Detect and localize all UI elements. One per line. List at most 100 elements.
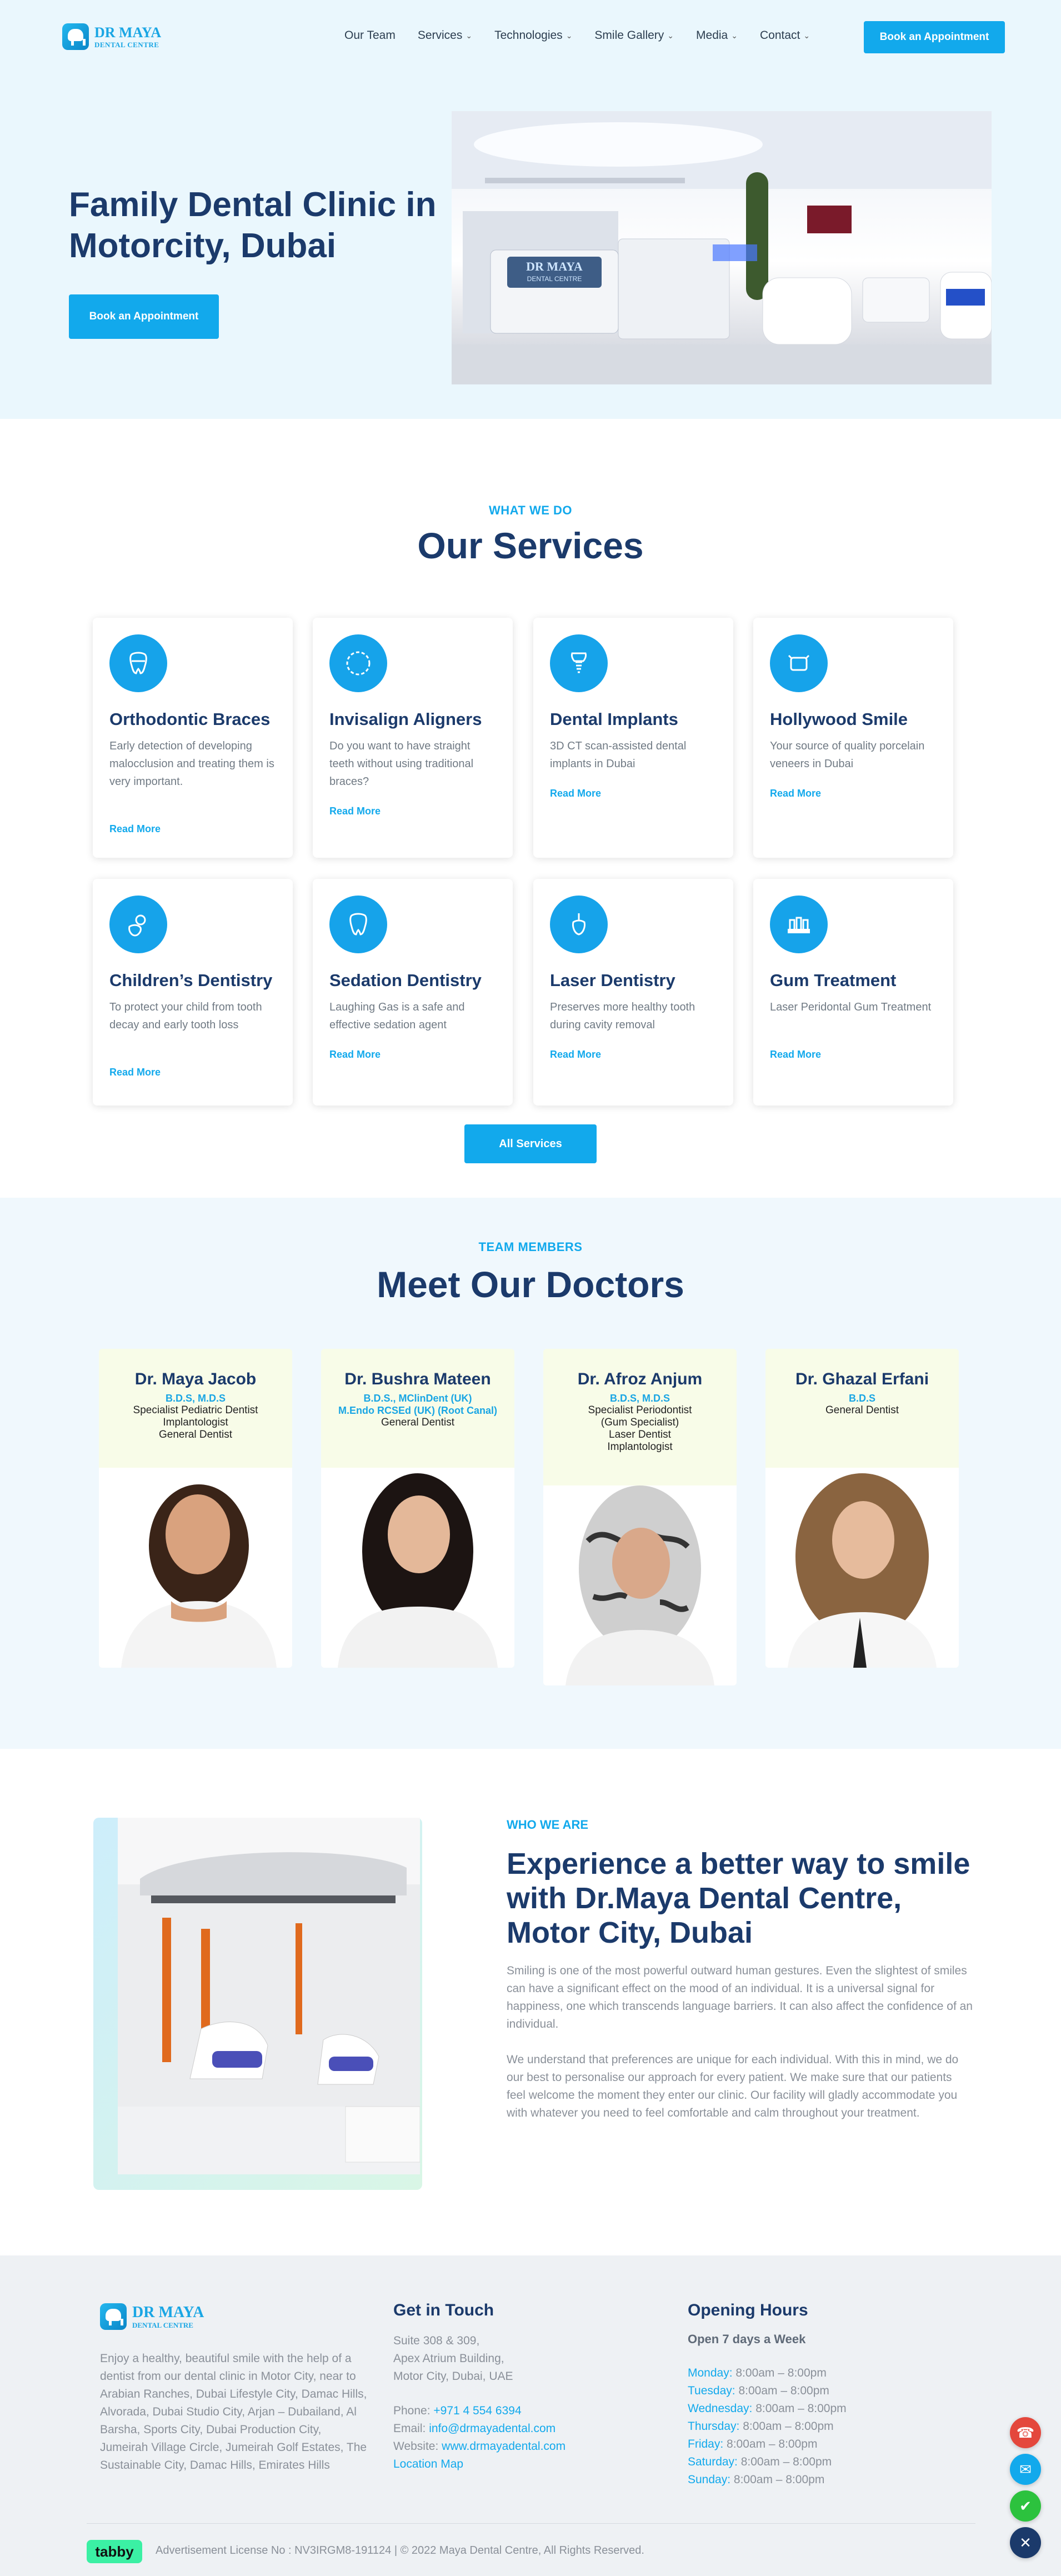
service-card-dental-implants[interactable]: Dental Implants 3D CT scan-assisted dent… — [533, 618, 733, 858]
header-book-appointment-button[interactable]: Book an Appointment — [864, 21, 1005, 53]
address-line: Suite 308 & 309, — [393, 2334, 480, 2347]
close-float-button[interactable]: ✕ — [1010, 2527, 1041, 2558]
tabby-badge[interactable]: tabby — [87, 2540, 142, 2563]
doctor-card-ghazal-erfani[interactable]: Dr. Ghazal Erfani B.D.S General Dentist — [765, 1349, 959, 1668]
hours-time: 8:00am – 8:00pm — [739, 2420, 834, 2433]
service-card-sedation-dentistry[interactable]: Sedation Dentistry Laughing Gas is a saf… — [313, 879, 513, 1106]
footer-opening-hours-heading: Opening Hours — [688, 2301, 808, 2319]
read-more-link[interactable]: Read More — [109, 823, 161, 835]
close-icon: ✕ — [1019, 2534, 1032, 2551]
doctor-photo — [765, 1468, 959, 1668]
read-more-link[interactable]: Read More — [770, 788, 821, 799]
whatsapp-float-button[interactable]: ✔ — [1010, 2490, 1041, 2522]
location-map-link[interactable]: Location Map — [393, 2455, 565, 2473]
doctor-name: Dr. Bushra Mateen — [344, 1370, 491, 1388]
service-card-laser-dentistry[interactable]: Laser Dentistry Preserves more healthy t… — [533, 879, 733, 1106]
about-section: WHO WE ARE Experience a better way to sm… — [0, 1749, 1061, 2255]
hours-row: Wednesday: 8:00am – 8:00pm — [688, 2400, 847, 2418]
hours-day: Wednesday: — [688, 2402, 753, 2415]
nav-item-smile-gallery[interactable]: Smile Gallery ⌄ — [594, 29, 674, 42]
hours-time: 8:00am – 8:00pm — [735, 2384, 829, 2397]
service-desc: Preserves more healthy tooth during cavi… — [550, 1001, 695, 1031]
logo-text-main: DR MAYA — [94, 24, 162, 41]
footer-website: Website: www.drmayadental.com — [393, 2438, 565, 2455]
chevron-down-icon: ⌄ — [667, 31, 674, 40]
nav-label: Technologies — [494, 29, 563, 42]
doctor-photo — [543, 1485, 737, 1685]
website-label: Website: — [393, 2440, 442, 2453]
nav-label: Our Team — [344, 29, 396, 42]
doctor-card-afroz-anjum[interactable]: Dr. Afroz Anjum B.D.S, M.D.S Specialist … — [543, 1349, 737, 1685]
aligner-icon — [329, 634, 387, 692]
doctor-role: Specialist Periodontist — [588, 1404, 692, 1416]
reception-sign-line2: DENTAL CENTRE — [527, 275, 582, 283]
hours-day: Friday: — [688, 2438, 724, 2450]
logo-text-main: DR MAYA — [132, 2303, 204, 2321]
footer-hours-subtitle: Open 7 days a Week — [688, 2332, 806, 2346]
read-more-link[interactable]: Read More — [329, 1049, 381, 1061]
about-paragraph-2: We understand that preferences are uniqu… — [507, 2053, 959, 2119]
email-float-button[interactable]: ✉ — [1010, 2454, 1041, 2485]
hours-row: Friday: 8:00am – 8:00pm — [688, 2435, 847, 2453]
service-desc: Laughing Gas is a safe and effective sed… — [329, 1001, 465, 1031]
read-more-link[interactable]: Read More — [770, 1049, 821, 1061]
doctors-section: TEAM MEMBERS Meet Our Doctors Dr. Maya J… — [0, 1198, 1061, 1749]
doctor-name: Dr. Ghazal Erfani — [795, 1370, 929, 1388]
footer-get-in-touch-heading: Get in Touch — [393, 2301, 494, 2319]
doctor-name: Dr. Maya Jacob — [134, 1370, 257, 1388]
site-logo[interactable]: DR MAYA DENTAL CENTRE — [62, 23, 161, 50]
service-card-childrens-dentistry[interactable]: Children’s Dentistry To protect your chi… — [93, 879, 293, 1106]
service-card-hollywood-smile[interactable]: Hollywood Smile Your source of quality p… — [753, 618, 953, 858]
whatsapp-icon: ✔ — [1019, 2497, 1032, 2514]
doctor-degree: B.D.S, M.D.S — [609, 1393, 670, 1404]
logo-text-sub: DENTAL CENTRE — [132, 2320, 193, 2329]
doctor-role: General Dentist — [825, 1404, 899, 1416]
all-services-button[interactable]: All Services — [464, 1124, 597, 1163]
service-card-orthodontic-braces[interactable]: Orthodontic Braces Early detection of de… — [93, 618, 293, 858]
doctor-degree: B.D.S — [848, 1393, 875, 1404]
sedation-icon — [329, 896, 387, 953]
read-more-link[interactable]: Read More — [550, 788, 601, 799]
nav-item-services[interactable]: Services ⌄ — [418, 29, 472, 42]
service-title: Children’s Dentistry — [109, 971, 273, 990]
read-more-link[interactable]: Read More — [550, 1049, 601, 1061]
doctor-degree: B.D.S., MClinDent (UK) — [363, 1393, 472, 1404]
phone-link[interactable]: +971 4 554 6394 — [433, 2404, 521, 2417]
hours-row: Monday: 8:00am – 8:00pm — [688, 2364, 847, 2382]
hero-book-appointment-button[interactable]: Book an Appointment — [69, 294, 219, 339]
hours-day: Monday: — [688, 2367, 733, 2379]
hours-time: 8:00am – 8:00pm — [732, 2367, 827, 2379]
service-title: Invisalign Aligners — [329, 709, 482, 729]
call-float-button[interactable]: ☎ — [1010, 2417, 1041, 2448]
email-link[interactable]: info@drmayadental.com — [429, 2422, 555, 2435]
nav-item-technologies[interactable]: Technologies ⌄ — [494, 29, 572, 42]
nav-label: Services — [417, 29, 463, 42]
footer-logo[interactable]: DR MAYA DENTAL CENTRE — [100, 2303, 204, 2330]
service-card-gum-treatment[interactable]: Gum Treatment Laser Peridontal Gum Treat… — [753, 879, 953, 1106]
hero-section: Family Dental Clinic in Motorcity, Dubai… — [0, 73, 1061, 419]
nav-item-media[interactable]: Media ⌄ — [696, 29, 738, 42]
chevron-down-icon: ⌄ — [803, 31, 810, 40]
service-desc: Do you want to have straight teeth witho… — [329, 740, 474, 788]
doctors-eyebrow: TEAM MEMBERS — [478, 1240, 583, 1254]
read-more-link[interactable]: Read More — [109, 1067, 161, 1078]
doctor-card-maya-jacob[interactable]: Dr. Maya Jacob B.D.S, M.D.S Specialist P… — [99, 1349, 292, 1668]
service-card-invisalign[interactable]: Invisalign Aligners Do you want to have … — [313, 618, 513, 858]
nav-item-our-team[interactable]: Our Team — [344, 29, 396, 42]
hours-time: 8:00am – 8:00pm — [723, 2438, 818, 2450]
service-desc: Early detection of developing malocclusi… — [109, 740, 274, 788]
nav-item-contact[interactable]: Contact ⌄ — [760, 29, 810, 42]
hours-row: Tuesday: 8:00am – 8:00pm — [688, 2382, 847, 2400]
read-more-link[interactable]: Read More — [329, 806, 381, 817]
veneer-icon — [770, 634, 828, 692]
clinic-reception-illustration: DR MAYA DENTAL CENTRE — [452, 111, 992, 384]
main-nav: Our Team Services ⌄ Technologies ⌄ Smile G… — [344, 29, 810, 42]
doctor-role: Implantologist — [163, 1417, 228, 1428]
service-title: Orthodontic Braces — [109, 709, 271, 729]
service-title: Dental Implants — [550, 709, 678, 729]
footer-address: Suite 308 & 309, Apex Atrium Building, M… — [393, 2332, 513, 2385]
doctor-role: Laser Dentist — [609, 1429, 671, 1440]
website-link[interactable]: www.drmayadental.com — [442, 2440, 565, 2453]
reception-sign-line1: DR MAYA — [526, 259, 583, 273]
doctor-card-bushra-mateen[interactable]: Dr. Bushra Mateen B.D.S., MClinDent (UK)… — [321, 1349, 514, 1668]
